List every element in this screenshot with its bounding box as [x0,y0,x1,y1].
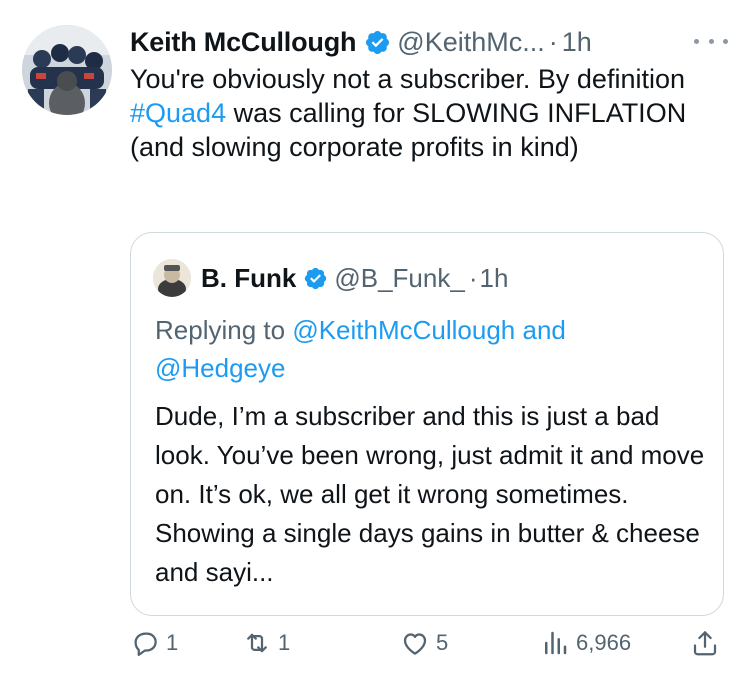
views-count: 6,966 [576,630,632,655]
tweet-text: You're obviously not a subscriber. By de… [130,62,730,164]
separator-dot: · [548,26,558,57]
reply-button[interactable]: 1 [130,628,178,658]
separator-dot: · [468,262,478,293]
views-icon [545,631,567,655]
like-icon [403,633,427,655]
timestamp[interactable]: 1h [562,27,592,58]
hashtag-link[interactable]: #Quad4 [130,98,226,128]
author-avatar[interactable] [22,25,112,115]
reply-count: 1 [166,630,179,655]
replying-to: Replying to @KeithMcCullough and @Hedgeye [155,311,695,387]
quoted-tweet-header: B. Funk @B_Funk_ · 1h [153,259,508,297]
verified-badge-icon [303,266,328,291]
quoted-author-name[interactable]: B. Funk [201,263,296,294]
action-bar: 1 1 5 6,966 [130,628,730,668]
like-button[interactable]: 5 [400,628,448,658]
reply-icon [134,632,157,656]
tweet-text-part: You're obviously not a subscriber. By de… [130,64,685,94]
views-button[interactable]: 6,966 [540,628,631,658]
author-handle[interactable]: @KeithMc... [397,27,544,58]
tweet[interactable]: Keith McCullough @KeithMc... · 1h You're… [0,0,750,695]
share-button[interactable] [690,628,726,658]
retweet-button[interactable]: 1 [242,628,290,658]
mention-link[interactable]: @Hedgeye [155,353,285,383]
like-count: 5 [436,630,449,655]
quoted-timestamp[interactable]: 1h [479,263,508,294]
quoted-tweet-text: Dude, I’m a subscriber and this is just … [155,401,705,587]
quoted-tweet[interactable]: B. Funk @B_Funk_ · 1h Replying to @Keith… [130,232,724,616]
quoted-author-handle[interactable]: @B_Funk_ [334,263,464,294]
retweet-icon [247,633,267,653]
verified-badge-icon [364,29,391,56]
mention-link[interactable]: @KeithMcCullough [292,315,515,345]
replying-and: and [515,315,566,345]
tweet-header: Keith McCullough @KeithMc... · 1h [130,24,592,60]
quoted-author-avatar[interactable] [153,259,191,297]
retweet-count: 1 [278,630,291,655]
replying-prefix: Replying to [155,315,293,345]
author-name[interactable]: Keith McCullough [130,27,356,58]
more-options-icon[interactable] [694,28,728,54]
share-icon [693,631,717,656]
